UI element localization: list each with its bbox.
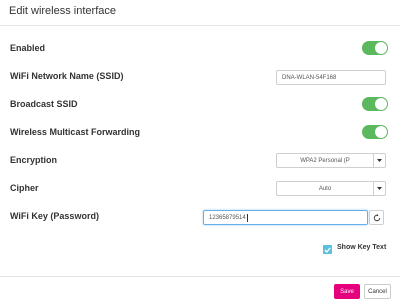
ssid-label: WiFi Network Name (SSID) [10, 71, 124, 81]
encryption-value: WPA2 Personal (P [300, 157, 350, 164]
wifi-key-value: 12365879514 [209, 214, 246, 221]
checkmark-icon [324, 246, 331, 253]
encryption-label: Encryption [10, 155, 58, 165]
encryption-select[interactable]: WPA2 Personal (P [276, 153, 386, 168]
toggle-knob [375, 126, 387, 138]
multicast-label: Wireless Multicast Forwarding [10, 127, 140, 137]
header-divider [0, 25, 400, 26]
ssid-value: DNA-WLAN-54F168 [282, 74, 337, 81]
multicast-toggle[interactable] [362, 125, 388, 139]
chevron-down-icon [373, 182, 385, 195]
edit-wireless-dialog: Edit wireless interface Enabled WiFi Net… [0, 0, 400, 300]
cancel-button[interactable]: Cancel [364, 284, 391, 299]
wifi-key-input[interactable]: 12365879514 [203, 210, 368, 225]
toggle-knob [375, 98, 387, 110]
cipher-value: Auto [318, 185, 332, 192]
show-key-checkbox[interactable] [323, 245, 332, 254]
cipher-select[interactable]: Auto [276, 181, 386, 196]
broadcast-ssid-toggle[interactable] [362, 97, 388, 111]
footer-divider [0, 276, 400, 277]
toggle-knob [375, 42, 387, 54]
show-key-label: Show Key Text [337, 244, 387, 251]
wifi-key-label: WiFi Key (Password) [10, 211, 99, 221]
ssid-input[interactable]: DNA-WLAN-54F168 [276, 70, 386, 85]
enabled-toggle[interactable] [362, 41, 388, 55]
save-button[interactable]: Save [334, 284, 360, 299]
broadcast-ssid-label: Broadcast SSID [10, 99, 78, 109]
chevron-down-icon [373, 154, 385, 167]
enabled-label: Enabled [10, 43, 46, 53]
text-caret [246, 213, 248, 222]
cipher-label: Cipher [10, 183, 39, 193]
dialog-title: Edit wireless interface [9, 5, 116, 17]
reset-key-button[interactable] [369, 210, 384, 225]
refresh-icon [373, 213, 380, 221]
